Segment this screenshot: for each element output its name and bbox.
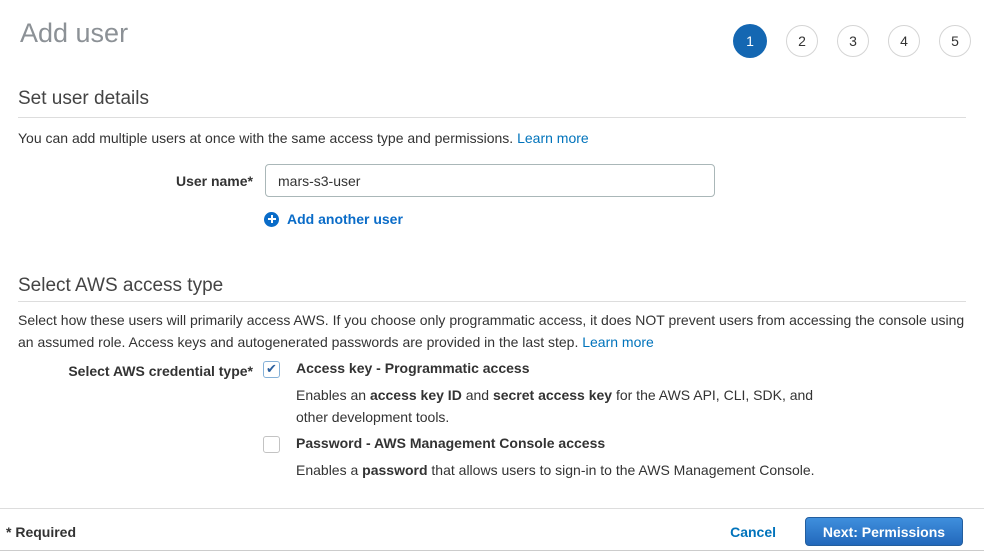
password-option-desc: Enables a password that allows users to … [296,459,856,481]
footer-divider [0,508,984,509]
user-details-intro-text: You can add multiple users at once with … [18,130,517,146]
wizard-steps: 1 2 3 4 5 [733,24,971,58]
access-key-option-title: Access key - Programmatic access [296,361,824,376]
add-user-page: Add user 1 2 3 4 5 Set user details You … [0,0,984,556]
option-access-key: Access key - Programmatic access Enables… [263,361,824,428]
desc-bold: password [362,462,427,478]
desc-text: Enables a [296,462,362,478]
option-password: Password - AWS Management Console access… [263,436,856,481]
next-permissions-button[interactable]: Next: Permissions [805,517,963,546]
wizard-step-5: 5 [939,25,971,57]
access-type-intro-text: Select how these users will primarily ac… [18,312,964,350]
section-title-user-details: Set user details [18,88,149,110]
learn-more-link-user-details[interactable]: Learn more [517,130,589,146]
password-checkbox[interactable] [263,436,280,453]
add-another-user-button[interactable]: Add another user [264,211,403,227]
divider [18,117,966,118]
divider [18,301,966,302]
learn-more-link-access-type[interactable]: Learn more [582,334,654,350]
password-option-title: Password - AWS Management Console access [296,436,856,451]
access-key-option-body: Access key - Programmatic access Enables… [296,361,824,428]
cancel-button[interactable]: Cancel [730,524,776,540]
user-details-intro: You can add multiple users at once with … [18,127,970,149]
access-key-checkbox[interactable] [263,361,280,378]
user-name-input[interactable] [265,164,715,197]
add-another-user-label: Add another user [287,211,403,227]
desc-text: Enables an [296,387,370,403]
desc-bold: secret access key [493,387,612,403]
wizard-step-1: 1 [733,24,767,58]
plus-circle-icon [264,212,279,227]
user-name-label: User name* [0,173,253,189]
password-option-body: Password - AWS Management Console access… [296,436,856,481]
wizard-step-3: 3 [837,25,869,57]
access-key-option-desc: Enables an access key ID and secret acce… [296,384,824,428]
desc-text: and [462,387,493,403]
page-title: Add user [20,18,128,49]
page-bottom-divider [0,550,984,551]
desc-bold: access key ID [370,387,462,403]
wizard-step-4: 4 [888,25,920,57]
credential-type-label: Select AWS credential type* [0,363,253,379]
desc-text: that allows users to sign-in to the AWS … [428,462,815,478]
access-type-intro: Select how these users will primarily ac… [18,309,974,353]
section-title-access-type: Select AWS access type [18,275,223,297]
required-note: * Required [6,524,76,540]
wizard-step-2: 2 [786,25,818,57]
